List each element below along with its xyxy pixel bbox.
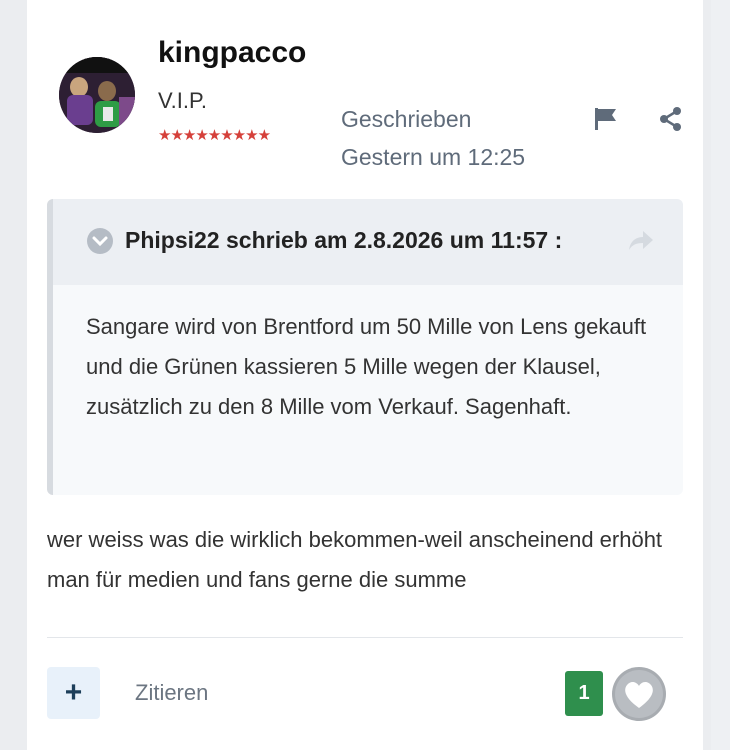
quote-block: Phipsi22 schrieb am 2.8.2026 um 11:57 : … bbox=[47, 199, 683, 495]
post-timestamp[interactable]: Gestern um 12:25 bbox=[341, 144, 525, 171]
username[interactable]: kingpacco bbox=[158, 36, 306, 70]
share-icon[interactable] bbox=[658, 106, 684, 132]
divider bbox=[47, 637, 683, 638]
rank-stars: ★★★★★★★★★ bbox=[158, 127, 271, 144]
reply-arrow-icon[interactable] bbox=[627, 229, 655, 253]
heart-icon[interactable] bbox=[611, 666, 667, 722]
quote-author: Phipsi22 schrieb am 2.8.2026 um 11:57 : bbox=[125, 227, 563, 253]
quote-button[interactable]: Zitieren bbox=[135, 680, 208, 706]
page-edge bbox=[711, 0, 730, 750]
post-content: wer weiss was die wirklich bekommen-weil… bbox=[47, 527, 663, 592]
plus-label: + bbox=[64, 676, 83, 709]
quote-text: Sangare wird von Brentford um 50 Mille v… bbox=[86, 314, 647, 419]
chevron-down-icon[interactable] bbox=[87, 228, 113, 254]
quote-header: Phipsi22 schrieb am 2.8.2026 um 11:57 : bbox=[53, 199, 683, 285]
avatar[interactable] bbox=[59, 57, 135, 133]
post-meta-label: Geschrieben bbox=[341, 106, 472, 132]
user-rank: V.I.P. bbox=[158, 88, 207, 113]
flag-icon[interactable] bbox=[593, 106, 619, 132]
like-count-badge: 1 bbox=[565, 671, 603, 716]
add-reaction-button[interactable]: + bbox=[47, 667, 100, 719]
